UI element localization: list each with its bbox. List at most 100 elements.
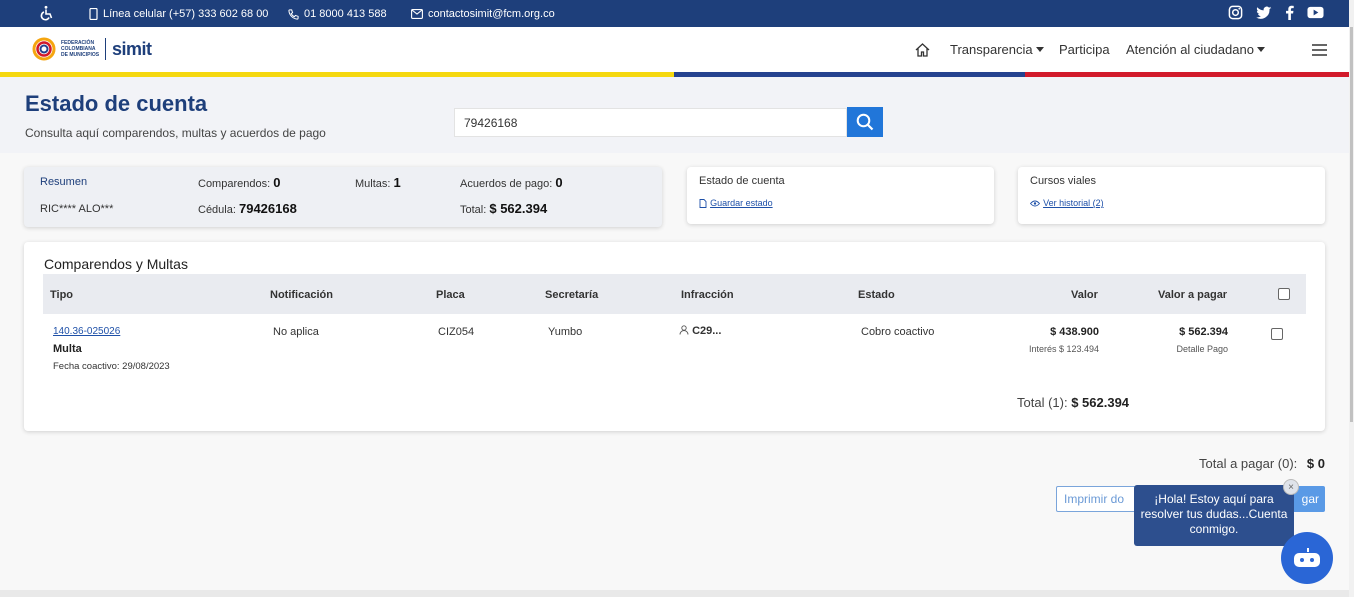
col-infraccion: Infracción <box>681 289 734 301</box>
owner-name: RIC**** ALO*** <box>40 203 114 215</box>
eye-icon <box>1029 200 1041 207</box>
person-icon <box>679 325 689 335</box>
comparendos-value: 0 <box>273 175 281 190</box>
scrollbar-thumb[interactable] <box>1350 27 1353 422</box>
total-a-pagar: Total a pagar (0): $ 0 <box>1199 456 1325 471</box>
nav-atencion[interactable]: Atención al ciudadano <box>1126 27 1265 72</box>
table-header <box>43 274 1306 314</box>
table-title: Comparendos y Multas <box>44 256 188 272</box>
comparendos-multas-card <box>24 242 1325 431</box>
row-checkbox[interactable] <box>1271 328 1283 340</box>
row-valor: $ 438.900 <box>1050 326 1099 338</box>
chat-greeting-bubble[interactable]: ¡Hola! Estoy aquí para resolver tus duda… <box>1134 485 1294 546</box>
fcm-logo-icon <box>32 37 56 61</box>
cedula: Cédula: 79426168 <box>198 201 297 216</box>
email-text: contactosimit@fcm.org.co <box>428 8 555 20</box>
instagram-icon[interactable] <box>1228 5 1243 20</box>
table-total: Total (1): $ 562.394 <box>1017 395 1129 410</box>
acuerdos-count: Acuerdos de pago: 0 <box>460 175 563 190</box>
logo-text: FEDERACIÓN COLOMBIANA DE MUNICIPIOS <box>61 40 100 58</box>
summary-total: Total: $ 562.394 <box>460 201 547 216</box>
nav-participa[interactable]: Participa <box>1059 27 1110 72</box>
col-secretaria: Secretaría <box>545 289 599 301</box>
total-a-pagar-label: Total a pagar (0): <box>1199 456 1298 471</box>
hamburger-menu-button[interactable] <box>1312 27 1327 72</box>
page-subtitle: Consulta aquí comparendos, multas y acue… <box>25 126 326 140</box>
total-a-pagar-value: $ 0 <box>1306 456 1325 471</box>
chevron-down-icon <box>1256 47 1265 52</box>
chat-close-button[interactable]: × <box>1283 479 1299 495</box>
detalle-pago-link[interactable]: Detalle Pago <box>1176 344 1228 354</box>
main-header: FEDERACIÓN COLOMBIANA DE MUNICIPIOS simi… <box>0 27 1349 72</box>
multas-count: Multas: 1 <box>355 175 401 190</box>
chevron-down-icon <box>1035 47 1044 52</box>
cursos-viales-card: Cursos viales Ver historial (2) <box>1018 167 1325 224</box>
chatbot-icon <box>1294 548 1320 567</box>
guardar-estado-link[interactable]: Guardar estado <box>699 197 773 209</box>
row-notificacion: No aplica <box>273 326 319 338</box>
col-placa: Placa <box>436 289 465 301</box>
comparendo-id-link[interactable]: 140.36-025026 <box>53 326 120 337</box>
nav-participa-label: Participa <box>1059 42 1110 57</box>
top-contact-bar: Línea celular (+57) 333 602 68 00 01 800… <box>0 0 1354 27</box>
row-secretaria: Yumbo <box>548 326 583 338</box>
mobile-phone-icon <box>89 8 98 20</box>
accessibility-button[interactable] <box>38 5 54 21</box>
acuerdos-label: Acuerdos de pago: <box>460 178 553 190</box>
twitter-icon[interactable] <box>1256 6 1272 20</box>
envelope-icon <box>411 9 423 19</box>
comparendos-label: Comparendos: <box>198 178 271 190</box>
email-link[interactable]: contactosimit@fcm.org.co <box>411 8 555 20</box>
nav-atencion-label: Atención al ciudadano <box>1126 42 1254 57</box>
row-fecha-coactivo: Fecha coactivo: 29/08/2023 <box>53 361 170 372</box>
nav-transparencia-label: Transparencia <box>950 42 1033 57</box>
row-tipo: Multa <box>53 343 82 355</box>
cursos-viales-title: Cursos viales <box>1030 175 1097 187</box>
row-estado: Cobro coactivo <box>861 326 935 338</box>
search-button[interactable] <box>847 107 883 137</box>
home-icon <box>915 42 930 57</box>
row-infraccion[interactable]: C29... <box>679 325 721 337</box>
comparendos-count: Comparendos: 0 <box>198 175 280 190</box>
search-input[interactable] <box>454 108 847 137</box>
col-valor: Valor <box>1071 289 1098 301</box>
simit-brand: simit <box>112 38 152 59</box>
wheelchair-icon <box>40 5 53 21</box>
ver-historial-label: Ver historial (2) <box>1043 198 1104 208</box>
search-icon <box>856 113 874 131</box>
resumen-label: Resumen <box>40 176 88 188</box>
document-icon <box>699 198 707 208</box>
chatbot-button[interactable] <box>1281 532 1333 584</box>
nav-home[interactable] <box>915 27 930 72</box>
cedula-label: Cédula: <box>198 204 236 216</box>
row-infraccion-code: C29... <box>692 325 722 337</box>
flag-stripe-yellow <box>0 72 674 77</box>
imprimir-button[interactable]: Imprimir do <box>1056 486 1146 512</box>
flag-stripe-red <box>1025 72 1349 77</box>
phone-line[interactable]: 01 8000 413 588 <box>288 8 387 20</box>
select-all-checkbox[interactable] <box>1278 288 1290 300</box>
multas-label: Multas: <box>355 178 391 190</box>
bottom-strip <box>0 590 1349 597</box>
table-total-label: Total (1): <box>1017 395 1068 410</box>
mobile-line-text: Línea celular (+57) 333 602 68 00 <box>103 8 269 20</box>
guardar-estado-label: Guardar estado <box>710 198 773 208</box>
ver-historial-link[interactable]: Ver historial (2) <box>1029 197 1104 209</box>
col-estado: Estado <box>858 289 895 301</box>
youtube-icon[interactable] <box>1307 6 1324 19</box>
summary-total-label: Total: <box>460 204 487 216</box>
phone-icon <box>288 8 299 20</box>
acuerdos-value: 0 <box>555 175 563 190</box>
multas-value: 1 <box>393 175 401 190</box>
summary-card: Resumen RIC**** ALO*** Comparendos: 0 Cé… <box>24 167 662 227</box>
logo-separator <box>105 38 106 60</box>
nav-transparencia[interactable]: Transparencia <box>950 27 1044 72</box>
estado-cuenta-title: Estado de cuenta <box>699 175 785 187</box>
col-valor-pagar: Valor a pagar <box>1158 289 1228 301</box>
row-interes: Interés $ 123.494 <box>1028 344 1099 354</box>
facebook-icon[interactable] <box>1285 5 1294 20</box>
fcm-simit-logo[interactable]: FEDERACIÓN COLOMBIANA DE MUNICIPIOS simi… <box>31 34 152 64</box>
hamburger-menu-icon <box>1312 43 1327 56</box>
mobile-line[interactable]: Línea celular (+57) 333 602 68 00 <box>89 8 268 20</box>
summary-total-value: $ 562.394 <box>489 201 548 216</box>
